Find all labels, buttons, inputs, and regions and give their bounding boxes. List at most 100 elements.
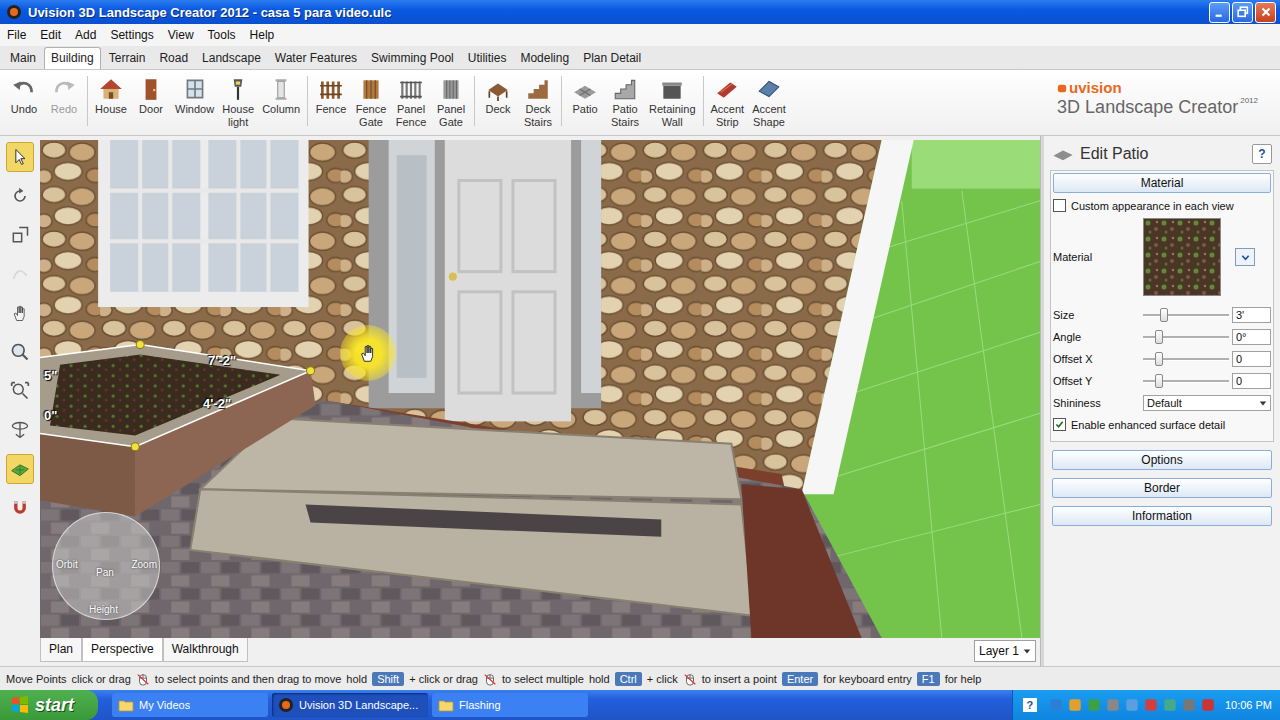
tool-button[interactable]: Column bbox=[258, 76, 304, 129]
view-tool-button[interactable] bbox=[6, 376, 34, 406]
tool-button[interactable]: Panel Gate bbox=[431, 76, 471, 129]
value-field[interactable]: 3' bbox=[1232, 307, 1271, 323]
checkbox[interactable] bbox=[1053, 199, 1066, 212]
start-button[interactable]: start bbox=[0, 690, 98, 720]
ribbon-tab[interactable]: Terrain bbox=[103, 48, 152, 69]
minimize-button[interactable] bbox=[1209, 2, 1230, 23]
tray-icon[interactable] bbox=[1181, 697, 1197, 713]
ribbon-tab[interactable]: Plan Detail bbox=[577, 48, 647, 69]
view-tool-button[interactable] bbox=[6, 415, 34, 445]
tray-icon[interactable] bbox=[1086, 697, 1102, 713]
slider[interactable] bbox=[1143, 330, 1229, 344]
slider-thumb[interactable] bbox=[1155, 352, 1163, 366]
tool-button[interactable]: Deck bbox=[478, 76, 518, 129]
tool-button[interactable]: Door bbox=[131, 76, 171, 129]
tool-button[interactable]: House bbox=[91, 76, 131, 129]
orbit-control[interactable]: Orbit bbox=[56, 559, 78, 570]
view-tool-icon bbox=[10, 225, 30, 245]
ribbon-tab[interactable]: Water Features bbox=[269, 48, 363, 69]
menu-item[interactable]: File bbox=[2, 26, 31, 44]
slider-thumb[interactable] bbox=[1155, 374, 1163, 388]
task-button[interactable]: Flashing bbox=[432, 693, 588, 717]
ribbon-tab[interactable]: Road bbox=[153, 48, 194, 69]
tool-button[interactable]: Retaining Wall bbox=[645, 76, 699, 129]
slider-row: Angle0° bbox=[1051, 326, 1273, 348]
ribbon-tab[interactable]: Utilities bbox=[462, 48, 513, 69]
layer-dropdown[interactable]: Layer 1 bbox=[974, 640, 1036, 662]
tray-icon[interactable] bbox=[1162, 697, 1178, 713]
dimension-label: 7'-2" bbox=[208, 353, 236, 368]
value-field[interactable]: 0° bbox=[1232, 329, 1271, 345]
view-tool-button[interactable] bbox=[6, 220, 34, 250]
tool-button[interactable]: Undo bbox=[4, 76, 44, 116]
menu-item[interactable]: Settings bbox=[105, 26, 158, 44]
task-button[interactable]: My Videos bbox=[112, 693, 268, 717]
tool-button[interactable]: Panel Fence bbox=[391, 76, 431, 129]
tray-icon[interactable] bbox=[1105, 697, 1121, 713]
tray-help-icon[interactable]: ? bbox=[1023, 698, 1037, 712]
shininess-dropdown[interactable]: Default bbox=[1143, 395, 1271, 411]
value-field[interactable]: 0 bbox=[1232, 373, 1271, 389]
custom-appearance-checkbox[interactable]: Custom appearance in each view bbox=[1051, 195, 1273, 216]
tray-icon[interactable] bbox=[1143, 697, 1159, 713]
section-button[interactable]: Information bbox=[1052, 506, 1272, 526]
tool-button[interactable]: Fence Gate bbox=[351, 76, 391, 129]
menu-item[interactable]: Help bbox=[245, 26, 280, 44]
zoom-control[interactable]: Zoom bbox=[131, 559, 157, 570]
pan-control[interactable]: Pan bbox=[96, 567, 114, 578]
navigator-widget[interactable]: Orbit Pan Zoom Height bbox=[52, 512, 160, 620]
tool-button[interactable]: Accent Shape bbox=[748, 76, 790, 129]
view-tool-button[interactable] bbox=[6, 259, 34, 289]
height-control[interactable]: Height bbox=[89, 604, 118, 615]
slider-thumb[interactable] bbox=[1155, 330, 1163, 344]
tray-icon[interactable] bbox=[1200, 697, 1216, 713]
checkbox[interactable] bbox=[1053, 418, 1066, 431]
ribbon-tab[interactable]: Main bbox=[4, 48, 42, 69]
view-tab[interactable]: Plan bbox=[40, 638, 82, 662]
ribbon-tab[interactable]: Building bbox=[44, 47, 101, 69]
tool-button[interactable]: Redo bbox=[44, 76, 84, 116]
tool-button[interactable]: Patio bbox=[565, 76, 605, 129]
ribbon-tab[interactable]: Swimming Pool bbox=[365, 48, 460, 69]
tray-icon[interactable] bbox=[1048, 697, 1064, 713]
view-tab[interactable]: Perspective bbox=[82, 638, 163, 662]
tool-button[interactable]: Deck Stairs bbox=[518, 76, 558, 129]
view-tab[interactable]: Walkthrough bbox=[163, 638, 248, 662]
close-button[interactable] bbox=[1255, 2, 1276, 23]
maximize-button[interactable] bbox=[1232, 2, 1253, 23]
view-tool-button[interactable] bbox=[6, 337, 34, 367]
material-swatch[interactable] bbox=[1143, 218, 1221, 296]
help-button[interactable]: ? bbox=[1252, 144, 1272, 164]
tool-button[interactable]: Patio Stairs bbox=[605, 76, 645, 129]
slider[interactable] bbox=[1143, 308, 1229, 322]
slider[interactable] bbox=[1143, 374, 1229, 388]
tool-button[interactable]: Accent Strip bbox=[707, 76, 749, 129]
slider-thumb[interactable] bbox=[1160, 308, 1168, 322]
3d-viewport[interactable]: 7'-2"4'-2"5"0"OrbitPanZoomHeight bbox=[40, 140, 1040, 638]
material-dropdown[interactable] bbox=[1235, 248, 1255, 266]
tool-button[interactable]: Window bbox=[171, 76, 218, 129]
section-button[interactable]: Options bbox=[1052, 450, 1272, 470]
menu-item[interactable]: View bbox=[163, 26, 199, 44]
slider[interactable] bbox=[1143, 352, 1229, 366]
ribbon-tab[interactable]: Landscape bbox=[196, 48, 267, 69]
view-tool-button[interactable] bbox=[6, 181, 34, 211]
enhanced-detail-checkbox[interactable]: Enable enhanced surface detail bbox=[1051, 414, 1273, 435]
tool-button[interactable]: Fence bbox=[311, 76, 351, 129]
view-tool-button[interactable] bbox=[6, 493, 34, 523]
view-tool-button[interactable] bbox=[6, 454, 34, 484]
tool-button[interactable]: House light bbox=[218, 76, 258, 129]
menu-item[interactable]: Tools bbox=[203, 26, 241, 44]
view-tool-button[interactable] bbox=[6, 298, 34, 328]
toolbar: UndoRedoHouseDoorWindowHouse lightColumn… bbox=[0, 70, 1280, 136]
menu-item[interactable]: Add bbox=[70, 26, 101, 44]
section-header[interactable]: Material bbox=[1053, 173, 1271, 193]
tray-icon[interactable] bbox=[1124, 697, 1140, 713]
section-button[interactable]: Border bbox=[1052, 478, 1272, 498]
tray-icon[interactable] bbox=[1067, 697, 1083, 713]
value-field[interactable]: 0 bbox=[1232, 351, 1271, 367]
menu-item[interactable]: Edit bbox=[35, 26, 66, 44]
ribbon-tab[interactable]: Modeling bbox=[514, 48, 575, 69]
view-tool-button[interactable] bbox=[6, 142, 34, 172]
task-button[interactable]: Uvision 3D Landscape... bbox=[272, 693, 428, 717]
